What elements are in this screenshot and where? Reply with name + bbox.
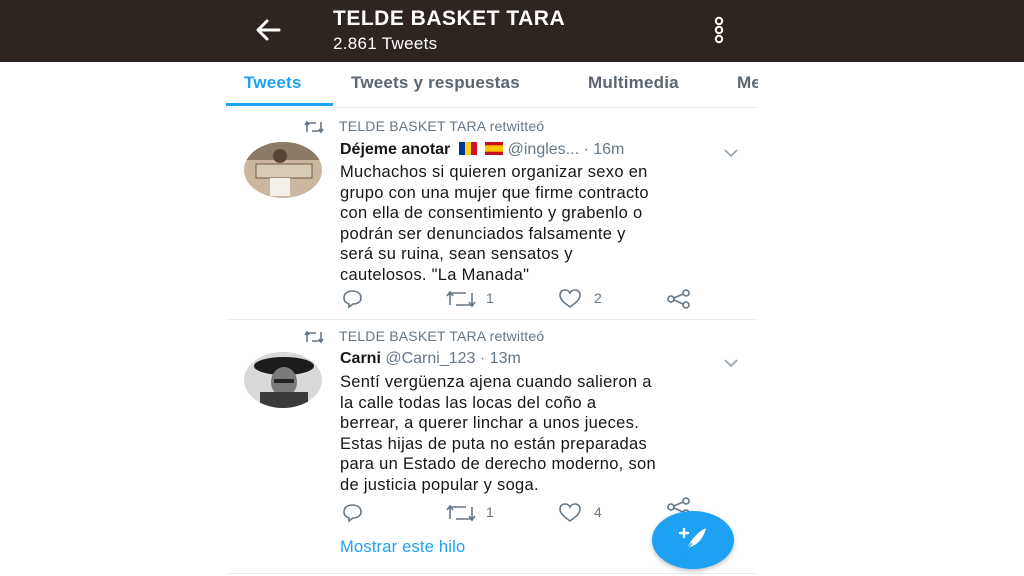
tweet-header: Déjeme anotar @ingles... · 16m xyxy=(340,141,624,163)
tab-tweets-replies[interactable]: Tweets y respuestas xyxy=(351,73,520,93)
timeline-column: Tweets Tweets y respuestas Multimedia Me… xyxy=(226,62,758,576)
compose-tweet-button[interactable] xyxy=(652,511,734,569)
retweet-small-icon xyxy=(304,330,324,344)
chevron-down-icon[interactable] xyxy=(724,148,738,158)
profile-tabs: Tweets Tweets y respuestas Multimedia Me xyxy=(226,62,758,108)
tweet-time: · 16m xyxy=(583,141,625,158)
tweet-actions: 1 4 xyxy=(340,497,700,524)
reply-icon xyxy=(343,504,362,523)
vertical-dots-icon xyxy=(714,16,724,44)
share-icon xyxy=(667,289,690,309)
tab-likes[interactable]: Me xyxy=(737,73,758,93)
active-tab-indicator xyxy=(226,103,333,106)
back-button[interactable] xyxy=(252,14,284,46)
heart-icon xyxy=(559,503,581,522)
reply-icon xyxy=(343,290,362,309)
author-handle[interactable]: @ingles... xyxy=(508,141,579,158)
tweet-text: Sentí vergüenza ajena cuando salieron a … xyxy=(340,373,656,494)
retweet-count: 1 xyxy=(486,504,494,520)
retweet-count: 1 xyxy=(486,290,494,306)
tweet-actions: 1 2 xyxy=(340,288,700,310)
divider xyxy=(226,573,758,574)
tweet-count: 2.861 Tweets xyxy=(333,34,438,53)
app-header: TELDE BASKET TARA 2.861 Tweets xyxy=(0,0,1024,62)
tab-tweets[interactable]: Tweets xyxy=(244,73,302,93)
like-count: 2 xyxy=(594,290,602,306)
tweet-text: Muchachos si quieren organizar sexo en g… xyxy=(340,163,649,284)
more-options-button[interactable] xyxy=(708,14,730,46)
chevron-down-icon[interactable] xyxy=(724,358,738,368)
like-count: 4 xyxy=(594,504,602,520)
author-handle[interactable]: @Carni_123 xyxy=(385,350,475,367)
avatar[interactable] xyxy=(244,142,322,198)
avatar[interactable] xyxy=(244,352,322,408)
heart-icon xyxy=(559,289,581,308)
tweet-header: Carni @Carni_123 · 13m xyxy=(340,350,521,372)
retweet-icon xyxy=(446,504,476,522)
compose-feather-icon xyxy=(678,527,706,554)
show-thread-link[interactable]: Mostrar este hilo xyxy=(340,538,465,557)
flag-icon xyxy=(458,142,477,155)
flag-icon xyxy=(485,142,504,155)
arrow-left-icon xyxy=(256,19,281,41)
retweet-small-icon xyxy=(304,120,324,134)
tab-media[interactable]: Multimedia xyxy=(588,73,679,93)
author-name[interactable]: Carni xyxy=(340,350,381,367)
author-name[interactable]: Déjeme anotar xyxy=(340,141,450,158)
retweet-icon xyxy=(446,290,476,308)
profile-title: TELDE BASKET TARA xyxy=(333,7,566,30)
tweet-time: · 13m xyxy=(479,350,521,367)
tweet-1[interactable]: TELDE BASKET TARA retwitteó Déjeme anota… xyxy=(226,108,758,320)
